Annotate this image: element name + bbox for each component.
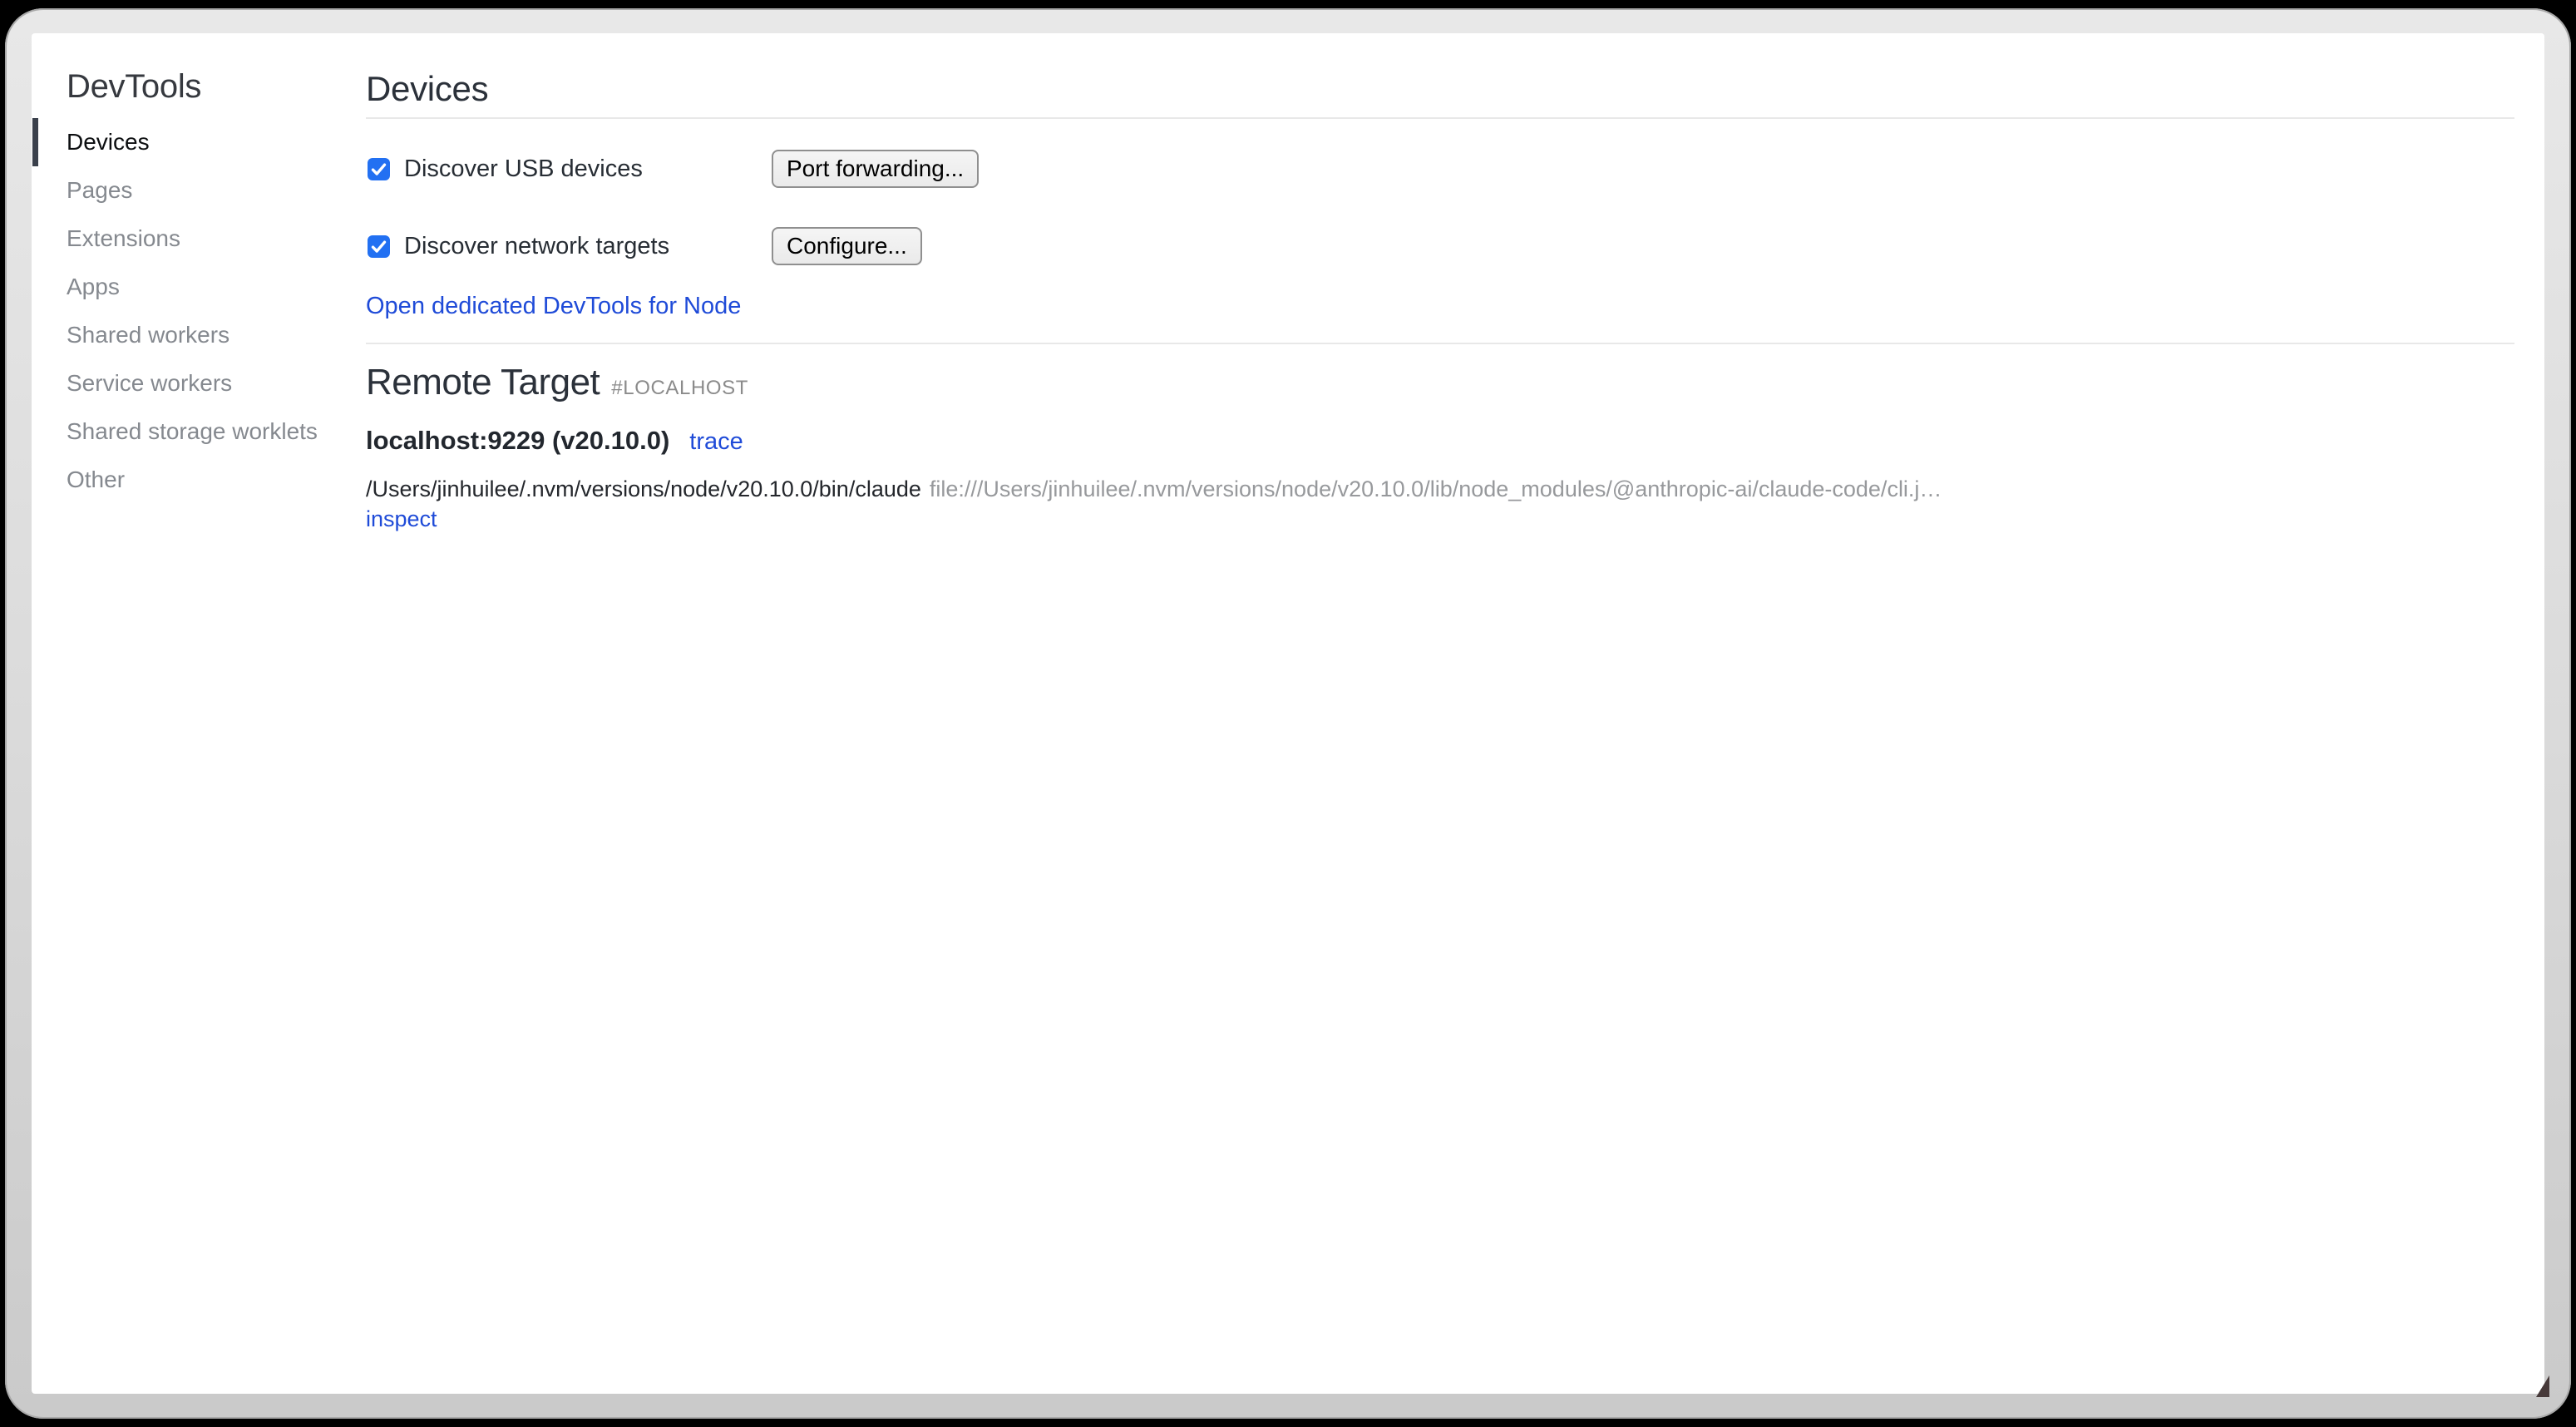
sidebar-item-devices[interactable]: Devices bbox=[32, 118, 364, 166]
target-detail: /Users/jinhuilee/.nvm/versions/node/v20.… bbox=[366, 474, 2514, 504]
module-url: file:///Users/jinhuilee/.nvm/versions/no… bbox=[930, 476, 1942, 501]
remote-target-title: Remote Target bbox=[366, 363, 600, 402]
window-corner-notch bbox=[2536, 1375, 2549, 1397]
remote-target-header: Remote Target #LOCALHOST bbox=[366, 363, 2514, 402]
sidebar-item-shared-workers[interactable]: Shared workers bbox=[32, 311, 364, 359]
sidebar-item-label: Apps bbox=[67, 274, 120, 300]
sidebar-item-shared-storage-worklets[interactable]: Shared storage worklets bbox=[32, 407, 364, 456]
sidebar-item-other[interactable]: Other bbox=[32, 456, 364, 504]
discover-network-row: Discover network targets Configure... bbox=[366, 227, 2514, 265]
sidebar: DevTools Devices Pages Extensions Apps S… bbox=[32, 33, 364, 504]
sidebar-nav: Devices Pages Extensions Apps Shared wor… bbox=[32, 118, 364, 504]
window-frame: DevTools Devices Pages Extensions Apps S… bbox=[5, 8, 2571, 1419]
checkmark-icon bbox=[368, 235, 390, 258]
main-panel: Devices Discover USB devices Port forwar… bbox=[366, 33, 2514, 534]
process-path: /Users/jinhuilee/.nvm/versions/node/v20.… bbox=[366, 476, 921, 501]
sidebar-item-service-workers[interactable]: Service workers bbox=[32, 359, 364, 407]
sidebar-item-apps[interactable]: Apps bbox=[32, 263, 364, 311]
discover-usb-checkbox[interactable] bbox=[368, 158, 390, 180]
discover-network-label[interactable]: Discover network targets bbox=[404, 233, 669, 260]
discover-network-checkbox[interactable] bbox=[368, 235, 390, 258]
sidebar-item-label: Devices bbox=[67, 129, 150, 156]
port-forwarding-button[interactable]: Port forwarding... bbox=[772, 150, 979, 188]
checkmark-icon bbox=[368, 158, 390, 180]
sidebar-item-pages[interactable]: Pages bbox=[32, 166, 364, 215]
sidebar-item-label: Service workers bbox=[67, 370, 232, 397]
discover-usb-row: Discover USB devices Port forwarding... bbox=[366, 150, 2514, 188]
discover-usb-label[interactable]: Discover USB devices bbox=[404, 156, 643, 183]
open-node-devtools-link[interactable]: Open dedicated DevTools for Node bbox=[366, 293, 741, 319]
sidebar-item-extensions[interactable]: Extensions bbox=[32, 215, 364, 263]
target-row: localhost:9229 (v20.10.0) trace bbox=[366, 426, 2514, 456]
selection-indicator bbox=[32, 118, 38, 166]
sidebar-item-label: Shared workers bbox=[67, 322, 229, 348]
trace-link[interactable]: trace bbox=[689, 428, 743, 456]
sidebar-item-label: Other bbox=[67, 467, 125, 493]
localhost-tag: #LOCALHOST bbox=[611, 377, 748, 400]
devtools-title: DevTools bbox=[67, 70, 364, 103]
sidebar-item-label: Pages bbox=[67, 177, 132, 204]
inspect-link[interactable]: inspect bbox=[366, 506, 437, 531]
divider bbox=[366, 343, 2514, 344]
divider bbox=[366, 117, 2514, 119]
page-title: Devices bbox=[366, 70, 2514, 108]
devtools-window: DevTools Devices Pages Extensions Apps S… bbox=[32, 33, 2544, 1394]
target-name: localhost:9229 (v20.10.0) bbox=[366, 426, 669, 456]
sidebar-item-label: Shared storage worklets bbox=[67, 418, 318, 445]
configure-button[interactable]: Configure... bbox=[772, 227, 922, 265]
sidebar-item-label: Extensions bbox=[67, 225, 180, 252]
